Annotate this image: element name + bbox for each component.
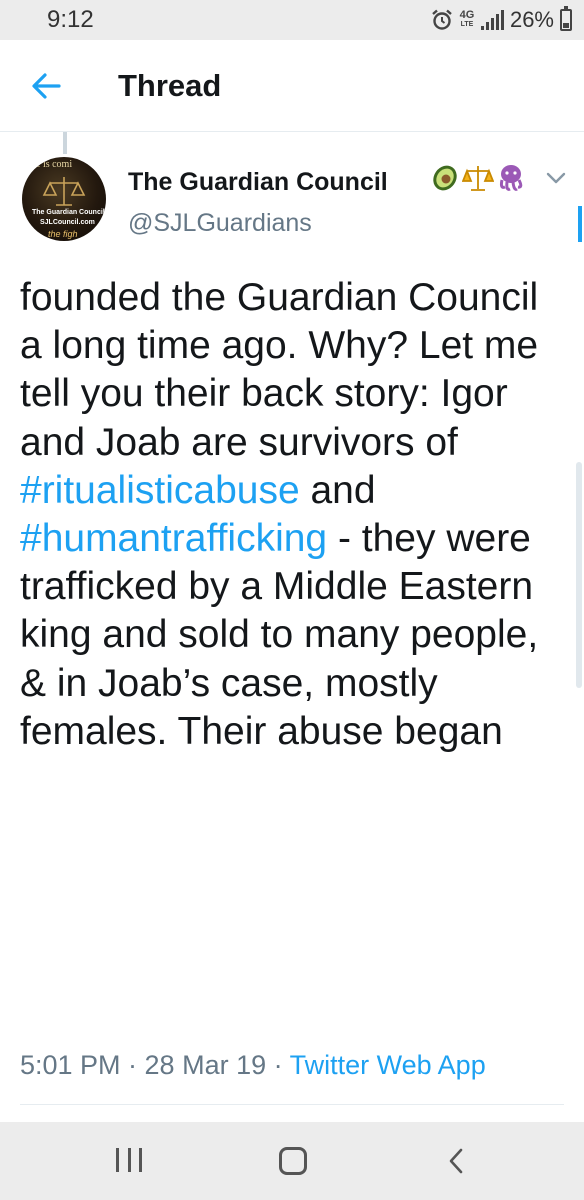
hashtag-link[interactable]: #humantrafficking [20, 517, 327, 560]
scales-logo-icon [42, 177, 86, 206]
network-icon: 4G LTE [459, 10, 475, 30]
back-button[interactable] [26, 66, 66, 106]
back-nav-icon[interactable] [446, 1146, 466, 1176]
alarm-icon [432, 9, 452, 30]
tweet-meta: 5:01 PM · 28 Mar 19 · Twitter Web App [20, 1050, 486, 1081]
name-emojis [430, 163, 526, 193]
system-nav-bar [0, 1122, 584, 1200]
status-icons: 4G LTE 26% [431, 5, 572, 35]
home-button[interactable] [279, 1147, 307, 1175]
divider [20, 1104, 564, 1105]
battery-percent: 26% [509, 7, 554, 32]
tweet-source-link[interactable]: Twitter Web App [290, 1050, 486, 1080]
avatar[interactable]: e is comi The Guardian Council SJLCounci… [22, 157, 106, 241]
avocado-emoji-icon [433, 165, 457, 191]
thread-header: Thread [0, 40, 584, 132]
back-arrow-icon [32, 73, 61, 99]
scroll-indicator [578, 206, 582, 242]
network-sublabel: LTE [460, 21, 474, 28]
status-bar: 9:12 4G LTE 26% [0, 0, 584, 40]
page-title: Thread [118, 68, 222, 103]
avatar-text-name: The Guardian Council [32, 209, 105, 216]
tweet-text-segment: founded the Guardian Council a long time… [20, 276, 539, 464]
thread-connector-line [63, 132, 67, 154]
avatar-text-top: e is comi [36, 159, 73, 170]
tweet-options-button[interactable] [541, 166, 571, 190]
scales-emoji-icon [462, 166, 494, 191]
signal-icon [480, 10, 504, 30]
tweet-timestamp: 5:01 PM · 28 Mar 19 · [20, 1050, 290, 1080]
hashtag-link[interactable]: #ritualisticabuse [20, 469, 300, 512]
chevron-down-icon [546, 172, 566, 184]
recent-apps-icon [116, 1148, 119, 1172]
tweet-text-segment: and [299, 468, 376, 512]
status-time: 9:12 [47, 6, 94, 33]
avatar-text-bottom: the figh [48, 229, 78, 239]
battery-icon [560, 6, 572, 31]
avatar-text-url: SJLCouncil.com [40, 219, 95, 226]
recent-apps-button[interactable] [116, 1148, 142, 1174]
tweet-text: founded the Guardian Council a long time… [20, 274, 565, 756]
user-handle[interactable]: @SJLGuardians [128, 209, 312, 238]
display-name[interactable]: The Guardian Council [128, 168, 388, 197]
network-label: 4G [459, 9, 475, 21]
octopus-emoji-icon [499, 165, 523, 191]
scrollbar[interactable] [576, 462, 582, 688]
